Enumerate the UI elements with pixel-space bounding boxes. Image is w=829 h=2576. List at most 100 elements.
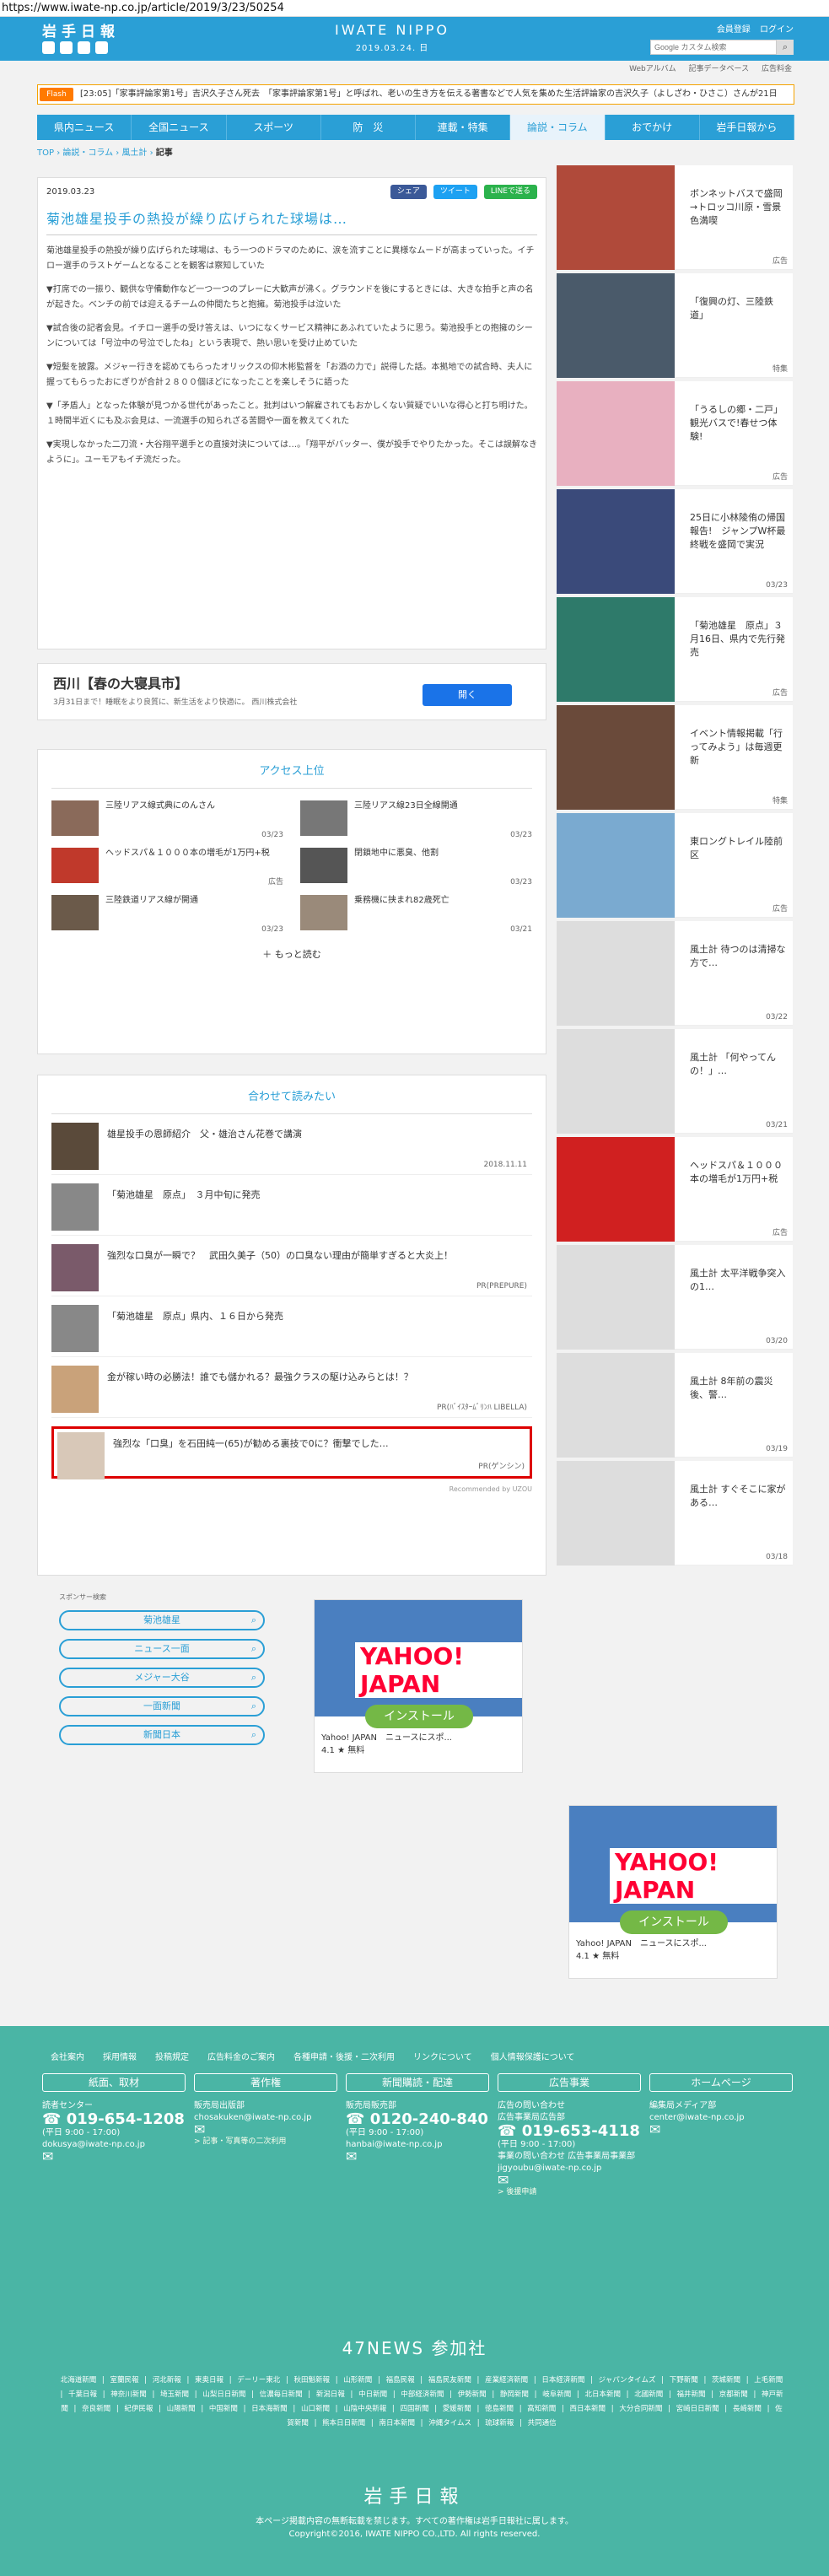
sidebar-thumb[interactable] <box>557 597 675 702</box>
sidebar-thumb[interactable] <box>557 1029 675 1134</box>
more-button[interactable]: ＋ もっと読む <box>51 947 532 961</box>
footer-link[interactable]: 投稿規定 <box>155 2050 189 2062</box>
footer-email[interactable]: chosakuken@iwate-np.co.jp <box>194 2112 337 2124</box>
thumbnail[interactable] <box>51 800 99 836</box>
flash-ticker[interactable]: Flash [23:05]「家事評論家第1号」吉沢久子さん死去 「家事評論家第1… <box>37 84 794 105</box>
related-item-title[interactable]: 「菊池雄星 原点」県内、１６日から発売 <box>107 1305 283 1356</box>
sidebar-thumb[interactable] <box>557 165 675 270</box>
login-link[interactable]: ログイン <box>760 25 794 35</box>
footer-link[interactable]: 広告料金のご案内 <box>207 2050 275 2062</box>
nav-outing[interactable]: おでかけ <box>606 115 700 140</box>
news47-members[interactable]: 北海道新聞 | 室蘭民報 | 河北新報 | 東奥日報 | デーリー東北 | 秋田… <box>59 2374 784 2431</box>
thumbnail[interactable] <box>51 895 99 930</box>
thumbnail[interactable] <box>51 1244 99 1291</box>
sidebar-thumb[interactable] <box>557 921 675 1026</box>
thumbnail[interactable] <box>51 1183 99 1231</box>
phone-number[interactable]: 0120-240-840 <box>370 2110 488 2128</box>
footer-link[interactable]: 採用情報 <box>103 2050 137 2062</box>
sidebar-card[interactable]: 風土計 待つのは清掃な方で… 03/22 <box>557 921 793 1026</box>
nav-local-news[interactable]: 県内ニュース <box>37 115 132 140</box>
sidebar-card[interactable]: イベント情報掲載「行ってみよう」は毎週更新 特集 <box>557 705 793 810</box>
nav-series[interactable]: 連載・特集 <box>416 115 511 140</box>
sponsor-link[interactable]: 菊池雄星 <box>59 1610 265 1630</box>
phone-number[interactable]: 019-653-4118 <box>522 2122 640 2140</box>
ranking-item[interactable]: 三陸リアス線23日全線開通 03/23 <box>300 800 532 848</box>
sidebar-card-title[interactable]: 東ロングトレイル陸前区 <box>690 835 786 862</box>
thumbnail[interactable] <box>300 895 347 930</box>
sponsor-link[interactable]: ニュース一面 <box>59 1639 265 1659</box>
phone-icon-number[interactable]: ☎ 019-653-4118 <box>498 2124 641 2139</box>
nav-from-nippo[interactable]: 岩手日報から <box>700 115 794 140</box>
line-share-button[interactable]: LINEで送る <box>483 185 537 199</box>
sidebar-card-title[interactable]: ヘッドスパ＆１０００本の増毛が1万円+税 <box>690 1159 786 1186</box>
yahoo-app-ad[interactable]: YAHOO! JAPAN インストール Yahoo! JAPAN ニュースにスポ… <box>314 1599 523 1773</box>
sidebar-card[interactable]: 東ロングトレイル陸前区 広告 <box>557 813 793 918</box>
mail-icon[interactable]: ✉ <box>498 2174 641 2187</box>
flash-text[interactable]: [23:05]「家事評論家第1号」吉沢久子さん死去 「家事評論家第1号」と呼ばれ… <box>80 85 790 104</box>
footer-logo[interactable]: 岩手日報 <box>0 2482 829 2509</box>
ranking-item-title[interactable]: 三陸鉄道リアス線が開通 <box>105 895 198 942</box>
brand-name[interactable]: IWATE NIPPO <box>333 22 451 38</box>
sidebar-card-title[interactable]: 「うるしの郷・二戸」観光バスで!春せつ体験! <box>690 403 786 444</box>
sidebar-thumb[interactable] <box>557 1137 675 1242</box>
related-item-highlighted[interactable]: 強烈な「口臭」を石田純一(65)が勧める裏技で0に？衝撃でした… PR(ゲンシン) <box>51 1426 532 1479</box>
subnav-adrates[interactable]: 広告料金 <box>762 65 792 73</box>
sidebar-card[interactable]: ヘッドスパ＆１０００本の増毛が1万円+税 広告 <box>557 1137 793 1242</box>
sidebar-thumb[interactable] <box>557 489 675 594</box>
thumbnail[interactable] <box>300 800 347 836</box>
sidebar-card[interactable]: 「うるしの郷・二戸」観光バスで!春せつ体験! 広告 <box>557 381 793 486</box>
phone-number[interactable]: 019-654-1208 <box>67 2110 185 2128</box>
ranking-item-title[interactable]: 乗務機に挟まれ82歳死亡 <box>354 895 449 942</box>
footer-link[interactable]: 会社案内 <box>51 2050 84 2062</box>
footer-email[interactable]: dokusya@iwate-np.co.jp <box>42 2139 186 2151</box>
sidebar-card-title[interactable]: ボンネットバスで盛岡→トロッコ川原・雪景色満喫 <box>690 187 786 228</box>
mail-icon[interactable]: ✉ <box>42 2150 186 2164</box>
sponsor-link[interactable]: 新聞日本 <box>59 1725 265 1745</box>
sidebar-card[interactable]: 「復興の灯、三陸鉄道」 特集 <box>557 273 793 378</box>
footer-link[interactable]: 個人情報保護について <box>491 2050 575 2062</box>
sidebar-thumb[interactable] <box>557 1353 675 1458</box>
sponsor-link[interactable]: 一面新聞 <box>59 1696 265 1716</box>
footer-link[interactable]: 各種申請・後援・二次利用 <box>293 2050 395 2062</box>
tweet-button[interactable]: ツイート <box>433 185 477 199</box>
search-input[interactable] <box>650 40 777 55</box>
subnav-album[interactable]: Webアルバム <box>629 65 676 73</box>
thumbnail[interactable] <box>51 1123 99 1170</box>
nav-sports[interactable]: スポーツ <box>227 115 321 140</box>
powered-by[interactable]: Recommended by UZOU <box>51 1485 532 1493</box>
thumbnail[interactable] <box>51 1305 99 1352</box>
line-icon[interactable] <box>78 41 90 54</box>
install-button[interactable]: インストール <box>620 1910 728 1934</box>
sidebar-thumb[interactable] <box>557 381 675 486</box>
ranking-item[interactable]: 三陸リアス線式典にのんさん 03/23 <box>51 800 283 848</box>
footer-email[interactable]: center@iwate-np.co.jp <box>649 2112 793 2124</box>
search-icon[interactable]: ⌕ <box>777 40 794 55</box>
footer-email[interactable]: 事業の問い合わせ 広告事業局事業部 jigyoubu@iwate-np.co.j… <box>498 2151 641 2175</box>
footer-link[interactable]: リンクについて <box>413 2050 472 2062</box>
phone-icon-number[interactable]: ☎ 0120-240-840 <box>346 2112 489 2127</box>
mail-icon[interactable]: ✉ <box>194 2123 337 2137</box>
sidebar-thumb[interactable] <box>557 813 675 918</box>
phone-icon-number[interactable]: ☎ 019-654-1208 <box>42 2112 186 2127</box>
ranking-item[interactable]: 閉鎖地中に悪臭、他割 03/23 <box>300 848 532 895</box>
nav-national-news[interactable]: 全国ニュース <box>132 115 227 140</box>
sidebar-thumb[interactable] <box>557 273 675 378</box>
related-item[interactable]: 雄星投手の恩師紹介 父・雄治さん花巻で講演 2018.11.11 <box>51 1123 532 1175</box>
sidebar-thumb[interactable] <box>557 705 675 810</box>
related-item[interactable]: 「菊池雄星 原点」県内、１６日から発売 <box>51 1305 532 1357</box>
related-item-title[interactable]: 雄星投手の恩師紹介 父・雄治さん花巻で講演 <box>107 1123 302 1174</box>
sidebar-card[interactable]: 風土計 「何やってんの！」… 03/21 <box>557 1029 793 1134</box>
ad-open-button[interactable]: 開く <box>423 684 512 706</box>
related-item-title[interactable]: 強烈な口臭が一瞬で？ 武田久美子（50）の口臭ない理由が簡単すぎると大炎上！ <box>107 1244 453 1296</box>
sidebar-card[interactable]: ボンネットバスで盛岡→トロッコ川原・雪景色満喫 広告 <box>557 165 793 270</box>
related-item[interactable]: 強烈な口臭が一瞬で？ 武田久美子（50）の口臭ない理由が簡単すぎると大炎上！ PR… <box>51 1244 532 1296</box>
related-item-title[interactable]: 金が稼い時の必勝法！誰でも儲かれる？最強クラスの駆け込みらとは！？ <box>107 1366 413 1417</box>
ranking-item-title[interactable]: 三陸リアス線23日全線開通 <box>354 800 458 848</box>
sponsor-link[interactable]: メジャー大谷 <box>59 1668 265 1688</box>
install-button[interactable]: インストール <box>365 1705 473 1728</box>
sidebar-card[interactable]: 25日に小林陵侑の帰国報告! ジャンプW杯最終戦を盛岡で実況 03/23 <box>557 489 793 594</box>
footer-sublink[interactable]: > 記事・写真等の二次利用 <box>194 2136 337 2148</box>
yahoo-app-ad-side[interactable]: YAHOO! JAPAN インストール Yahoo! JAPAN ニュースにスポ… <box>568 1805 778 1979</box>
register-link[interactable]: 会員登録 <box>717 25 751 35</box>
nav-disaster[interactable]: 防 災 <box>321 115 416 140</box>
